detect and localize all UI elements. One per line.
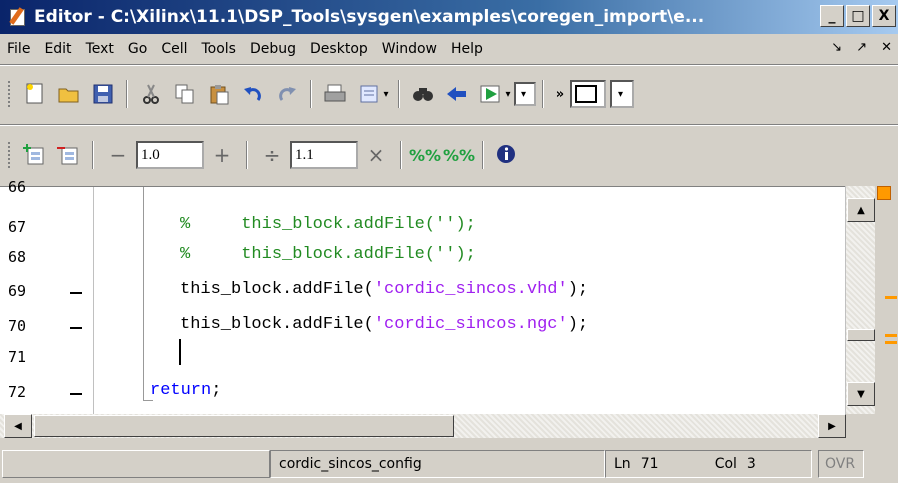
code-line-67: % this_block.addFile(''); [180, 215, 476, 234]
close-button[interactable]: X [872, 5, 896, 27]
divide-value-field[interactable]: 1.1 [290, 141, 358, 169]
code-line-68: % this_block.addFile(''); [180, 245, 476, 264]
warning-marker[interactable] [885, 296, 897, 299]
line-number: 70 [8, 317, 27, 335]
layout-dropdown[interactable]: ▾ [610, 80, 634, 108]
code-editor[interactable]: 66 67 68 69 70 71 72 % this_block.addFil… [0, 178, 875, 415]
vertical-scroll-thumb[interactable] [847, 329, 875, 341]
scroll-left-icon[interactable]: ◀ [4, 414, 32, 438]
menu-debug[interactable]: Debug [243, 41, 303, 57]
menu-file[interactable]: File [0, 41, 37, 57]
evaluate-advance-icon[interactable]: %% [443, 141, 475, 169]
line-number: 72 [8, 383, 27, 401]
paste-icon[interactable] [205, 80, 233, 108]
menu-edit[interactable]: Edit [37, 41, 78, 57]
line-number: 67 [8, 218, 27, 236]
chevron-down-icon[interactable]: ▾ [502, 89, 514, 100]
line-number: 66 [8, 178, 27, 196]
run-icon[interactable] [477, 80, 505, 108]
divide-button[interactable]: ÷ [258, 143, 286, 167]
ln-value: 71 [640, 455, 659, 472]
increment-button[interactable]: + [208, 143, 236, 167]
code-line-70: this_block.addFile('cordic_sincos.ngc'); [180, 315, 589, 334]
horizontal-scroll-thumb[interactable] [34, 415, 454, 437]
line-gutter: 66 67 68 69 70 71 72 [0, 178, 94, 415]
undock-icon[interactable]: ↗ [856, 40, 867, 55]
insert-cell-icon[interactable] [21, 141, 49, 169]
menu-window[interactable]: Window [375, 41, 444, 57]
minimize-button[interactable]: _ [820, 5, 844, 27]
line-number: 68 [8, 248, 27, 266]
undo-icon[interactable] [239, 80, 267, 108]
menu-help[interactable]: Help [444, 41, 490, 57]
multiply-button[interactable]: × [362, 143, 390, 167]
toolbar-divider [0, 124, 898, 126]
remove-cell-icon[interactable] [55, 141, 83, 169]
warning-marker[interactable] [885, 341, 897, 344]
breakpoint-marker[interactable] [70, 393, 82, 395]
menu-divider [0, 64, 898, 66]
text-cursor [179, 339, 181, 365]
cell-toolbar: − 1.0 + ÷ 1.1 × %% %% [0, 128, 898, 182]
vertical-scrollbar[interactable]: ▲ ▼ [845, 186, 875, 414]
line-number: 69 [8, 282, 27, 300]
scroll-down-icon[interactable]: ▼ [847, 382, 875, 406]
go-back-icon[interactable] [443, 80, 471, 108]
col-label: Col [714, 455, 737, 472]
info-icon[interactable] [493, 141, 521, 169]
fold-indicator [143, 187, 144, 401]
scroll-right-icon[interactable]: ▶ [818, 414, 846, 438]
decrement-value-field[interactable]: 1.0 [136, 141, 204, 169]
status-indicator[interactable] [877, 186, 891, 200]
overwrite-mode-indicator: OVR [818, 449, 864, 478]
code-line-69: this_block.addFile('cordic_sincos.vhd'); [180, 280, 589, 299]
breakpoint-marker[interactable] [70, 327, 82, 329]
status-bar: cordic_sincos_config Ln 71 Col 3 OVR [0, 444, 898, 483]
horizontal-scrollbar[interactable]: ◀ ▶ [0, 414, 846, 438]
scroll-up-icon[interactable]: ▲ [847, 198, 875, 222]
main-toolbar: ▾ ▾ ▾ » ▾ [0, 68, 898, 120]
evaluate-cell-icon[interactable]: %% [409, 141, 441, 169]
title-bar: Editor - C:\Xilinx\11.1\DSP_Tools\sysgen… [0, 0, 898, 34]
window-title: Editor - C:\Xilinx\11.1\DSP_Tools\sysgen… [34, 7, 705, 27]
chevron-right-icon[interactable]: » [553, 80, 567, 108]
warning-marker[interactable] [885, 334, 897, 337]
new-file-icon[interactable] [21, 80, 49, 108]
menu-desktop[interactable]: Desktop [303, 41, 375, 57]
cursor-position: Ln 71 Col 3 [605, 449, 812, 478]
cut-icon[interactable] [137, 80, 165, 108]
menu-cell[interactable]: Cell [154, 41, 194, 57]
editor-app-icon [8, 7, 28, 27]
status-message-panel [2, 449, 270, 478]
decrement-button[interactable]: − [104, 143, 132, 167]
open-folder-icon[interactable] [55, 80, 83, 108]
line-number: 71 [8, 348, 27, 366]
copy-icon[interactable] [171, 80, 199, 108]
dock-icon[interactable]: ↘ [831, 40, 842, 55]
chevron-down-icon[interactable]: ▾ [380, 89, 392, 100]
ln-label: Ln [614, 455, 631, 472]
maximize-button[interactable]: □ [846, 5, 870, 27]
layout-button[interactable] [570, 80, 606, 108]
save-icon[interactable] [89, 80, 117, 108]
toolbar-grip[interactable] [8, 81, 12, 107]
toolbar-grip[interactable] [8, 142, 12, 168]
menu-bar: File Edit Text Go Cell Tools Debug Deskt… [0, 34, 898, 64]
code-line-72: return; [150, 381, 222, 400]
close-doc-icon[interactable]: ✕ [881, 40, 892, 55]
print-icon[interactable] [321, 80, 349, 108]
menu-text[interactable]: Text [79, 41, 121, 57]
message-bar[interactable] [875, 186, 898, 438]
find-icon[interactable] [409, 80, 437, 108]
col-value: 3 [746, 455, 756, 472]
run-options-dropdown[interactable]: ▾ [514, 82, 536, 106]
breakpoint-marker[interactable] [70, 292, 82, 294]
menu-tools[interactable]: Tools [194, 41, 243, 57]
redo-icon[interactable] [273, 80, 301, 108]
current-function: cordic_sincos_config [270, 449, 605, 478]
document-list-icon[interactable] [355, 80, 383, 108]
menu-go[interactable]: Go [121, 41, 154, 57]
